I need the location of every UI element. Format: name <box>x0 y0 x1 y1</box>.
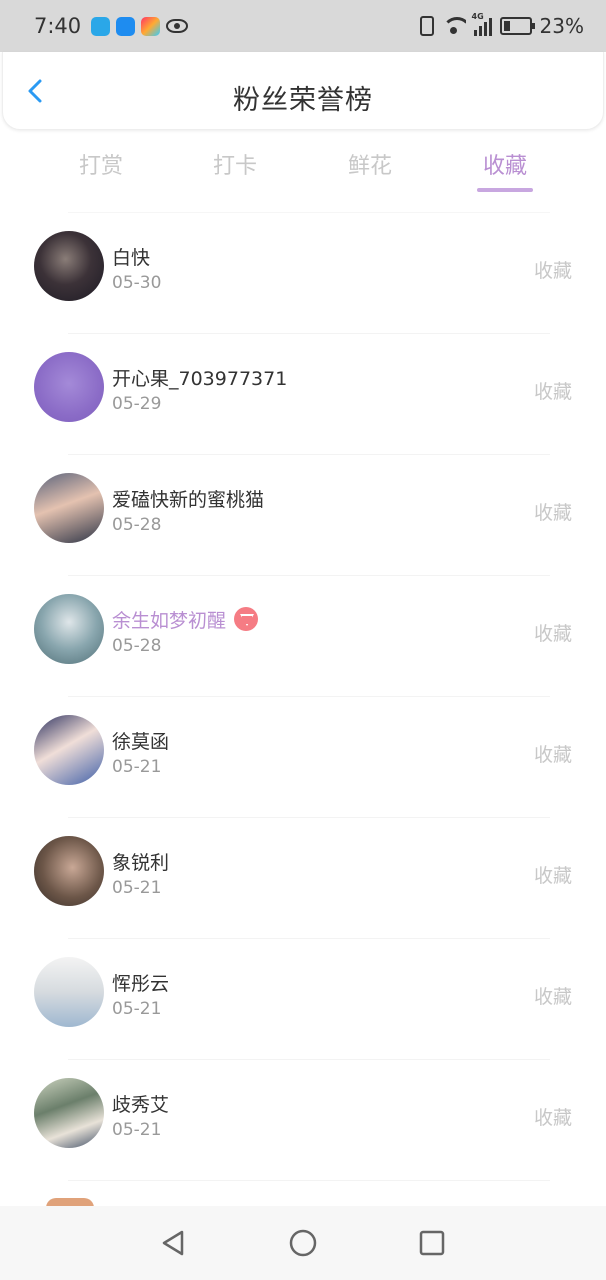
user-name: 恽彤云 <box>112 973 170 995</box>
avatar[interactable] <box>34 1078 104 1148</box>
status-time: 7:40 <box>34 14 82 38</box>
avatar[interactable] <box>34 594 104 664</box>
circle-home-icon <box>289 1229 317 1257</box>
status-indicators: 4G 23% <box>419 12 584 38</box>
wifi-icon <box>441 17 466 35</box>
user-name: 白快 <box>112 247 151 269</box>
user-name: 余生如梦初醒 <box>112 610 227 632</box>
item-date: 05-28 <box>112 636 162 656</box>
action-label: 收藏 <box>533 502 572 524</box>
action-label: 收藏 <box>533 744 572 766</box>
item-date: 05-29 <box>112 394 162 414</box>
item-date: 05-21 <box>112 1120 162 1140</box>
user-name-vip: 余生如梦初醒 <box>112 606 259 633</box>
tab-bar: 打赏 打卡 鲜花 收藏 <box>0 140 606 192</box>
list-item[interactable]: 徐莫函 05-21 收藏 <box>34 696 572 817</box>
page-title: 粉丝荣誉榜 <box>233 85 373 116</box>
item-date: 05-21 <box>112 757 162 777</box>
avatar[interactable] <box>34 715 104 785</box>
tab-favorites-label: 收藏 <box>482 154 527 179</box>
item-date: 05-21 <box>112 878 162 898</box>
tab-active-indicator <box>477 188 533 192</box>
vibrate-icon <box>419 16 434 36</box>
nav-back-button[interactable] <box>158 1228 188 1258</box>
status-bar: 7:40 4G 23% <box>0 0 606 52</box>
avatar[interactable] <box>34 473 104 543</box>
list-item[interactable]: 白快 05-30 收藏 <box>34 212 572 333</box>
square-recents-icon <box>419 1230 445 1256</box>
app-header: 粉丝荣誉榜 <box>2 52 604 130</box>
item-date: 05-28 <box>112 515 162 535</box>
tab-flowers[interactable]: 鲜花 <box>340 148 400 180</box>
list-item[interactable]: 恽彤云 05-21 收藏 <box>34 938 572 1059</box>
avatar[interactable] <box>34 836 104 906</box>
app-notification-icon <box>141 16 161 36</box>
list-item[interactable]: 余生如梦初醒 05-28 收藏 <box>34 575 572 696</box>
action-label: 收藏 <box>533 381 572 403</box>
battery-icon <box>499 17 535 35</box>
tab-reward[interactable]: 打赏 <box>71 148 131 180</box>
user-name: 开心果_703977371 <box>112 368 288 390</box>
action-label: 收藏 <box>533 986 572 1008</box>
battery-percent: 23% <box>539 14 584 38</box>
list-item[interactable]: 开心果_703977371 05-29 收藏 <box>34 333 572 454</box>
network-type-label: 4G <box>471 12 484 21</box>
user-name: 歧秀艾 <box>112 1094 170 1116</box>
status-app-icons <box>91 16 189 36</box>
signal-icon: 4G <box>472 12 492 36</box>
nav-home-button[interactable] <box>288 1228 318 1258</box>
list-item[interactable]: 爱磕快新的蜜桃猫 05-28 收藏 <box>34 454 572 575</box>
avatar[interactable] <box>34 352 104 422</box>
nav-recents-button[interactable] <box>417 1228 447 1258</box>
tab-favorites[interactable]: 收藏 <box>475 148 535 192</box>
triangle-back-icon <box>162 1230 184 1256</box>
item-date: 05-30 <box>112 273 162 293</box>
app-notification-icon <box>91 16 111 36</box>
avatar[interactable] <box>34 231 104 301</box>
system-nav-bar <box>0 1206 606 1280</box>
item-date: 05-21 <box>112 999 162 1019</box>
fan-list: 白快 05-30 收藏 开心果_703977371 05-29 收藏 爱磕快新的… <box>0 212 606 1200</box>
tab-checkin[interactable]: 打卡 <box>205 148 265 180</box>
list-item[interactable]: 歧秀艾 05-21 收藏 <box>34 1059 572 1180</box>
user-name: 象锐利 <box>112 852 170 874</box>
action-label: 收藏 <box>533 260 572 282</box>
action-label: 收藏 <box>533 865 572 887</box>
action-label: 收藏 <box>533 1107 572 1129</box>
user-name: 徐莫函 <box>112 731 170 753</box>
list-item-partial <box>68 1180 550 1200</box>
user-name: 爱磕快新的蜜桃猫 <box>112 489 265 511</box>
avatar[interactable] <box>34 957 104 1027</box>
app-notification-icon <box>116 16 136 36</box>
list-item[interactable]: 象锐利 05-21 收藏 <box>34 817 572 938</box>
eye-icon <box>166 19 189 33</box>
vip-diamond-icon <box>234 607 259 631</box>
action-label: 收藏 <box>533 623 572 645</box>
